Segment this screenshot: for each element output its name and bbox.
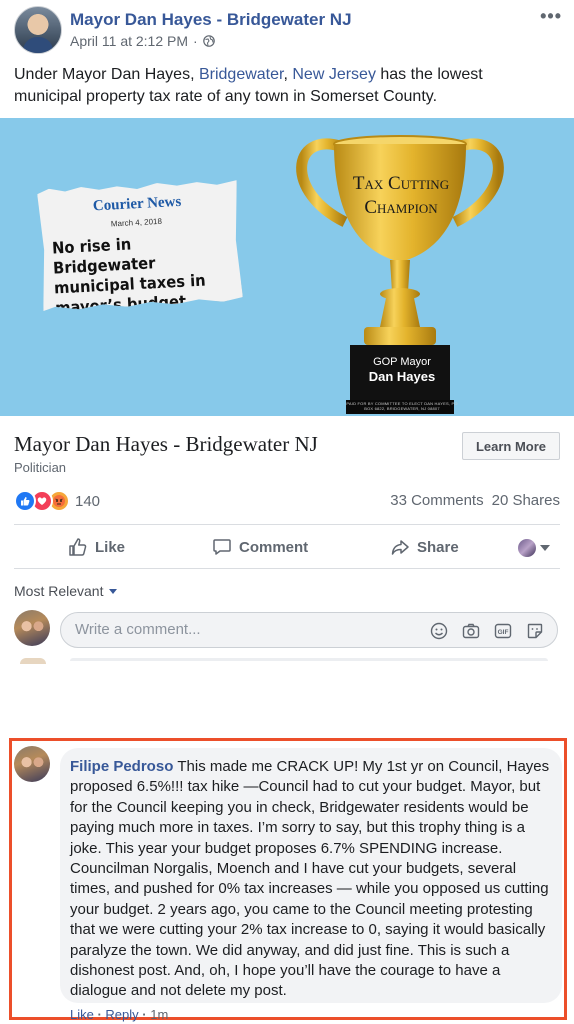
learn-more-button[interactable]: Learn More — [462, 432, 560, 460]
comment-age: 1m — [150, 1007, 169, 1022]
newspaper-clipping: Courier News March 4, 2018 No rise in Br… — [37, 179, 243, 311]
partial-comment — [20, 658, 550, 664]
comments-count-link[interactable]: 33 Comments — [390, 492, 483, 509]
like-label: Like — [95, 538, 126, 556]
link-subtitle: Politician — [14, 460, 67, 475]
commenter-avatar[interactable] — [14, 746, 50, 782]
facebook-post: Mayor Dan Hayes - Bridgewater NJ April 1… — [0, 0, 574, 1024]
trophy-title: Tax Cutting Champion — [340, 172, 462, 220]
post-text-part: Under Mayor Dan Hayes, — [14, 66, 199, 83]
trophy-title-line2: Champion — [364, 197, 438, 218]
bridgewater-link[interactable]: Bridgewater — [199, 66, 284, 83]
comment-text: This made me CRACK UP! My 1st yr on Coun… — [70, 758, 550, 1000]
meta-separator: · — [193, 33, 198, 49]
trophy-title-line1: Tax Cutting — [352, 173, 450, 194]
divider — [14, 568, 560, 569]
plaque-fine-print: PAID FOR BY COMMITTEE TO ELECT DAN HAYES… — [346, 401, 458, 411]
plaque-line-1: GOP Mayor — [373, 356, 431, 368]
current-user-avatar[interactable] — [14, 610, 50, 646]
link-title[interactable]: Mayor Dan Hayes - Bridgewater NJ — [14, 432, 318, 457]
comment-actions-sep: · — [93, 1007, 106, 1022]
camera-icon[interactable] — [461, 621, 481, 641]
commenter-name[interactable]: Filipe Pedroso — [70, 758, 173, 775]
comment-icon — [213, 539, 231, 555]
post-timestamp[interactable]: April 11 at 2:12 PM — [70, 33, 188, 49]
comment-reply-link[interactable]: Reply — [105, 1007, 138, 1022]
divider — [14, 524, 560, 525]
page-avatar[interactable] — [14, 6, 62, 54]
more-options-icon[interactable]: ••• — [540, 6, 562, 27]
comment-button[interactable]: Comment — [212, 537, 308, 557]
comment-box[interactable]: GIF — [60, 612, 558, 648]
post-actions-bar: Like Comment Share — [0, 530, 574, 566]
plaque-line-2: Dan Hayes — [368, 369, 436, 384]
page-name-link[interactable]: Mayor Dan Hayes - Bridgewater NJ — [70, 10, 352, 30]
new-jersey-link[interactable]: New Jersey — [292, 66, 376, 83]
partial-comment-bubble — [70, 658, 548, 661]
reactions-summary[interactable]: 140 — [14, 490, 100, 512]
post-text: Under Mayor Dan Hayes, Bridgewater, New … — [14, 64, 554, 108]
engagement-stats: 33 Comments 20 Shares — [390, 492, 560, 509]
share-as-selector[interactable] — [518, 539, 550, 557]
clipping-date: March 4, 2018 — [110, 216, 163, 229]
reaction-count: 140 — [75, 492, 101, 510]
globe-icon — [202, 35, 215, 47]
svg-text:GIF: GIF — [498, 629, 509, 636]
comment-input-tools: GIF — [429, 621, 545, 641]
user-avatar — [518, 539, 536, 557]
comment-sort-dropdown[interactable]: Most Relevant — [14, 583, 118, 599]
like-button[interactable]: Like — [68, 537, 125, 557]
post-meta: April 11 at 2:12 PM · — [70, 33, 215, 49]
comment-like-link[interactable]: Like — [70, 1007, 94, 1022]
like-reaction-icon — [14, 490, 36, 512]
thumbs-up-icon — [69, 538, 87, 556]
share-button[interactable]: Share — [390, 537, 459, 557]
shares-count-link[interactable]: 20 Shares — [492, 492, 560, 509]
sticker-icon[interactable] — [525, 621, 545, 641]
chevron-down-icon — [540, 545, 550, 551]
comment-label: Comment — [239, 538, 309, 556]
share-label: Share — [417, 538, 459, 556]
clipping-paper-name: Courier News — [92, 193, 182, 215]
post-image[interactable]: Courier News March 4, 2018 No rise in Br… — [0, 118, 574, 416]
comment-actions-sep: · — [138, 1007, 151, 1022]
comment-body: Filipe Pedroso This made me CRACK UP! My … — [70, 757, 556, 1002]
share-icon — [391, 540, 409, 555]
gif-icon[interactable]: GIF — [493, 621, 513, 641]
chevron-down-icon — [109, 588, 118, 594]
clipping-headline: No rise in Bridgewater municipal taxes i… — [51, 234, 207, 318]
sort-label: Most Relevant — [14, 583, 104, 599]
comment-input[interactable] — [73, 620, 417, 639]
partial-comment-avatar — [20, 658, 46, 664]
emoji-icon[interactable] — [429, 621, 449, 641]
comment-actions: Like · Reply · 1m — [70, 1007, 168, 1022]
